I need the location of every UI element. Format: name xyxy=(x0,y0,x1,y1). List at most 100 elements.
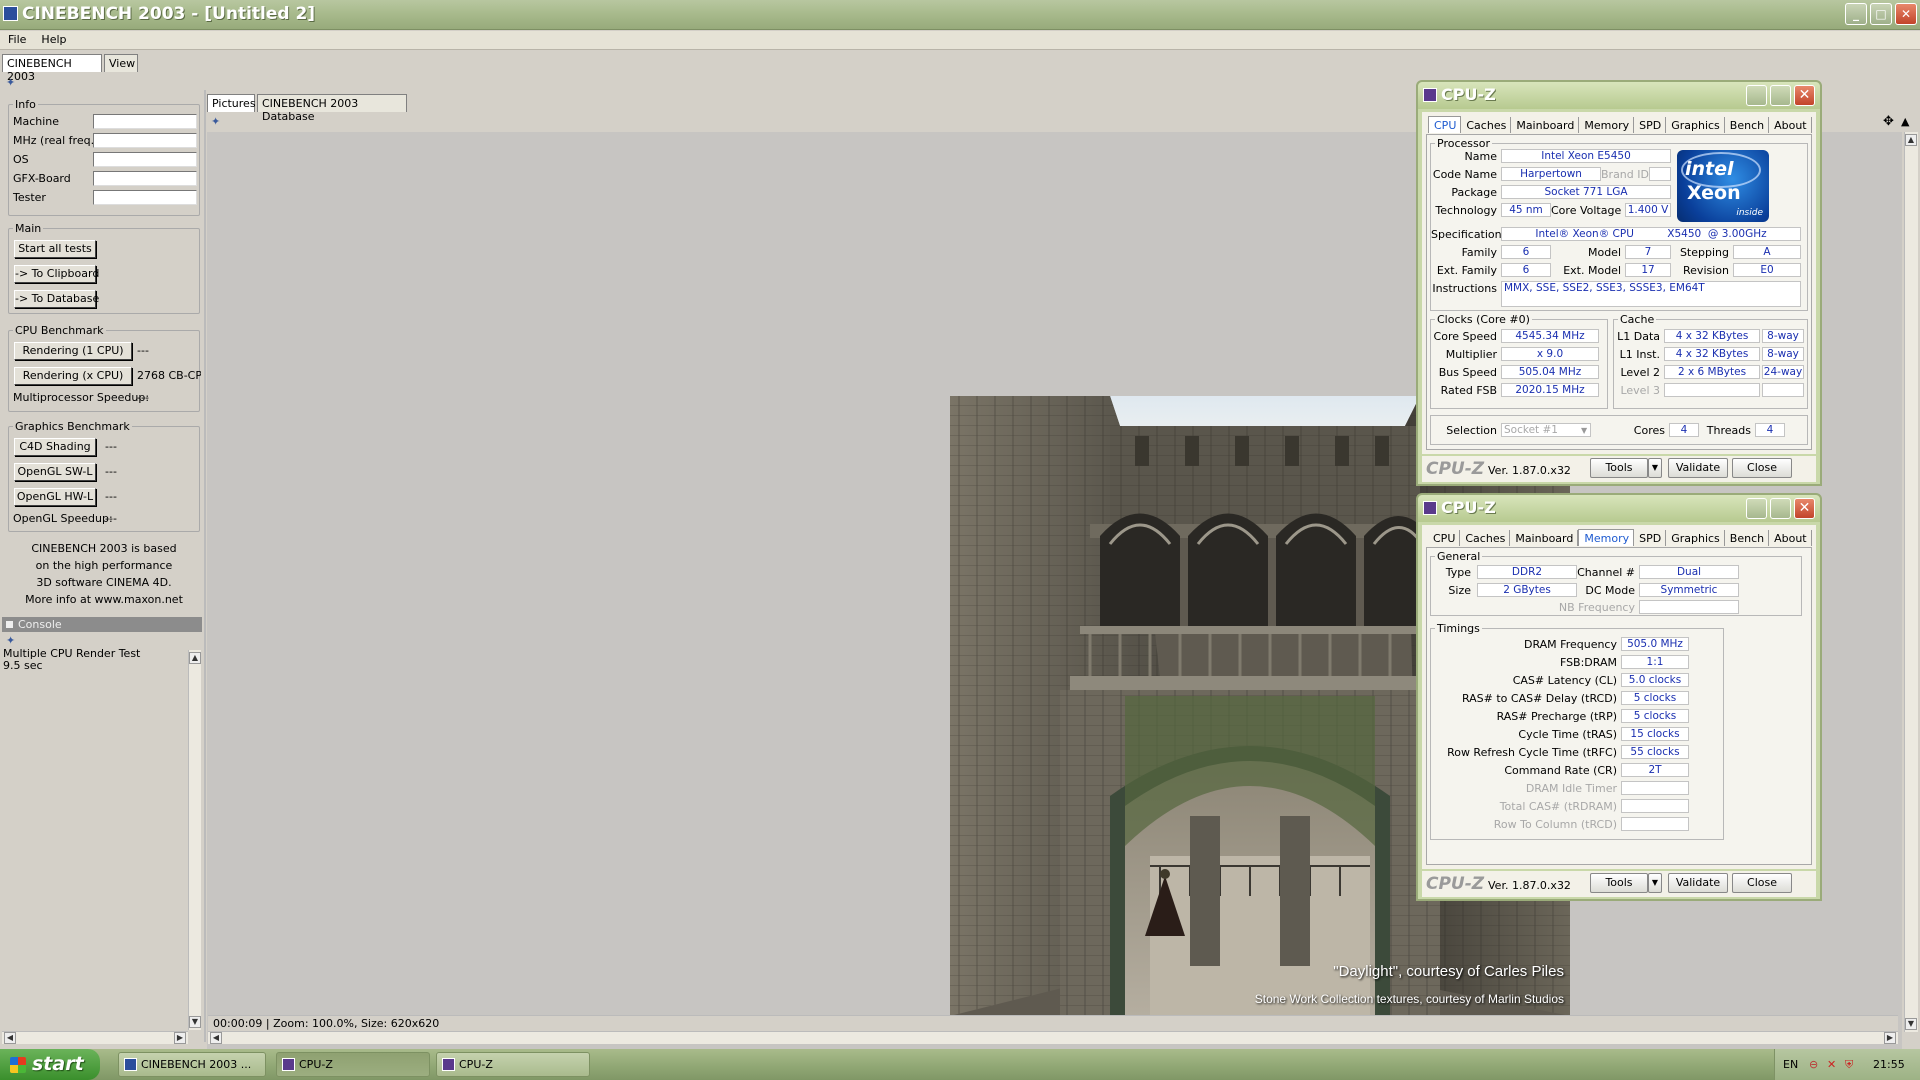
minimize-button[interactable] xyxy=(1746,498,1767,519)
validate-button[interactable]: Validate xyxy=(1668,458,1728,478)
cpuz-app-icon xyxy=(1423,501,1437,515)
pin-icon[interactable]: ✦ xyxy=(6,635,18,647)
expand-icon[interactable]: ▲ xyxy=(1901,116,1913,128)
tab-view[interactable]: View xyxy=(104,54,138,72)
cpuz-title-bar[interactable]: CPU-Z ✕ xyxy=(1418,495,1820,522)
scroll-right-icon[interactable]: ▶ xyxy=(1884,1032,1896,1044)
console-hscrollbar[interactable]: ◀ ▶ xyxy=(2,1031,188,1044)
cpuz-title-bar[interactable]: CPU-Z ✕ xyxy=(1418,82,1820,109)
validate-button[interactable]: Validate xyxy=(1668,873,1728,893)
scroll-down-icon[interactable]: ▼ xyxy=(189,1016,201,1028)
tab-graphics[interactable]: Graphics xyxy=(1666,117,1725,133)
tab-memory[interactable]: Memory xyxy=(1579,117,1635,133)
tab-memory[interactable]: Memory xyxy=(1578,529,1635,546)
general-title: General xyxy=(1435,550,1483,563)
tab-cpu[interactable]: CPU xyxy=(1428,116,1462,133)
selection-group: Selection Socket #1 ▼ Cores 4 Threads 4 xyxy=(1430,415,1808,445)
close-button[interactable]: ✕ xyxy=(1794,498,1815,519)
title-bar[interactable]: CINEBENCH 2003 - [Untitled 2] _ □ ✕ xyxy=(0,0,1920,30)
tools-button[interactable]: Tools xyxy=(1590,873,1648,893)
to-clipboard-button[interactable]: -> To Clipboard xyxy=(14,265,99,283)
console-scrollbar[interactable]: ▲ ▼ xyxy=(188,650,201,1030)
taskbar-item-cinebench[interactable]: CINEBENCH 2003 ... xyxy=(118,1052,266,1077)
close-button[interactable]: Close xyxy=(1732,458,1792,478)
close-button[interactable]: Close xyxy=(1732,873,1792,893)
c4d-shading-button[interactable]: C4D Shading xyxy=(14,438,96,456)
tab-caches[interactable]: Caches xyxy=(1460,530,1511,546)
ext-family-label: Ext. Family xyxy=(1436,264,1497,277)
chevron-down-icon[interactable]: ▼ xyxy=(1581,426,1587,435)
language-indicator[interactable]: EN xyxy=(1783,1049,1798,1080)
move-icon[interactable]: ✥ xyxy=(1883,115,1895,128)
scroll-down-icon[interactable]: ▼ xyxy=(1905,1018,1917,1030)
pin-icon[interactable]: ✦ xyxy=(211,116,223,128)
menu-help[interactable]: Help xyxy=(33,31,73,46)
os-field[interactable] xyxy=(93,152,197,167)
tab-database[interactable]: CINEBENCH 2003 Database xyxy=(257,94,407,123)
opengl-speedup-value: --- xyxy=(105,512,117,525)
tester-field[interactable] xyxy=(93,190,197,205)
start-button[interactable]: start xyxy=(0,1049,100,1080)
to-database-button[interactable]: -> To Database xyxy=(14,290,99,308)
minimize-button[interactable] xyxy=(1746,85,1767,106)
restore-button[interactable]: □ xyxy=(1870,3,1892,25)
picture-hscrollbar[interactable]: ◀ ▶ xyxy=(208,1031,1898,1044)
tab-cpu[interactable]: CPU xyxy=(1428,530,1461,546)
timing-label: DRAM Idle Timer xyxy=(1525,782,1617,795)
timing-value: 505.0 MHz xyxy=(1621,637,1689,651)
machine-field[interactable] xyxy=(93,114,197,129)
gfx-field[interactable] xyxy=(93,171,197,186)
scroll-right-icon[interactable]: ▶ xyxy=(174,1032,186,1044)
cpuz-body: CPU Caches Mainboard Memory SPD Graphics Bench… xyxy=(1422,112,1816,454)
shield-icon[interactable]: ⛨ xyxy=(1845,1049,1853,1080)
opengl-hwl-button[interactable]: OpenGL HW-L xyxy=(14,488,96,506)
status-bar: 00:00:09 | Zoom: 100.0%, Size: 620x620 xyxy=(208,1015,1898,1031)
console-toggle-icon[interactable] xyxy=(6,621,13,628)
tab-bench[interactable]: Bench xyxy=(1725,117,1770,133)
tab-about[interactable]: About xyxy=(1769,530,1812,546)
taskbar-item-cpuz-2[interactable]: CPU-Z xyxy=(436,1052,590,1077)
scroll-left-icon[interactable]: ◀ xyxy=(210,1032,222,1044)
tab-spd[interactable]: SPD xyxy=(1634,117,1667,133)
tools-button[interactable]: Tools xyxy=(1590,458,1648,478)
picture-vscrollbar[interactable]: ▲ ▼ xyxy=(1904,132,1918,1032)
scroll-left-icon[interactable]: ◀ xyxy=(4,1032,16,1044)
mhz-field[interactable] xyxy=(93,133,197,148)
taskbar-item-cpuz-1[interactable]: CPU-Z xyxy=(276,1052,430,1077)
rendering-xcpu-button[interactable]: Rendering (x CPU) xyxy=(14,367,132,385)
brand-id-value xyxy=(1649,167,1671,181)
console-header[interactable]: Console xyxy=(2,617,202,632)
tab-caches[interactable]: Caches xyxy=(1461,117,1512,133)
stepping-label: Stepping xyxy=(1679,246,1729,259)
opengl-swl-button[interactable]: OpenGL SW-L xyxy=(14,463,96,481)
maximize-button[interactable] xyxy=(1770,498,1791,519)
menu-file[interactable]: File xyxy=(0,31,33,46)
tab-about[interactable]: About xyxy=(1769,117,1812,133)
rendering-1cpu-button[interactable]: Rendering (1 CPU) xyxy=(14,342,132,360)
maximize-button[interactable] xyxy=(1770,85,1791,106)
logo-intel-text: intel xyxy=(1685,158,1734,180)
tab-cinebench[interactable]: CINEBENCH 2003 xyxy=(2,54,102,83)
tab-mainboard[interactable]: Mainboard xyxy=(1510,530,1579,546)
tab-graphics[interactable]: Graphics xyxy=(1666,530,1725,546)
scroll-up-icon[interactable]: ▲ xyxy=(1905,134,1917,146)
threads-value: 4 xyxy=(1755,423,1785,437)
pin-icon[interactable]: ✦ xyxy=(6,77,18,89)
close-button[interactable]: ✕ xyxy=(1794,85,1815,106)
tools-dropdown-icon[interactable]: ▼ xyxy=(1648,458,1662,478)
tools-dropdown-icon[interactable]: ▼ xyxy=(1648,873,1662,893)
tab-mainboard[interactable]: Mainboard xyxy=(1511,117,1580,133)
minimize-button[interactable]: _ xyxy=(1845,3,1867,25)
start-all-tests-button[interactable]: Start all tests xyxy=(14,240,96,258)
tab-spd[interactable]: SPD xyxy=(1634,530,1667,546)
scroll-up-icon[interactable]: ▲ xyxy=(189,652,201,664)
selection-dropdown[interactable]: Socket #1 xyxy=(1501,423,1591,437)
size-value: 2 GBytes xyxy=(1477,583,1577,597)
network-icon[interactable]: ✕ xyxy=(1827,1049,1836,1080)
tab-pictures[interactable]: Pictures xyxy=(207,94,256,112)
console-output: Multiple CPU Render Test 9.5 sec xyxy=(2,648,188,1028)
panel-splitter[interactable] xyxy=(204,90,206,1042)
close-button[interactable]: ✕ xyxy=(1895,3,1917,25)
tab-bench[interactable]: Bench xyxy=(1725,530,1770,546)
back-arrow-icon[interactable]: ⊖ xyxy=(1809,1049,1818,1080)
